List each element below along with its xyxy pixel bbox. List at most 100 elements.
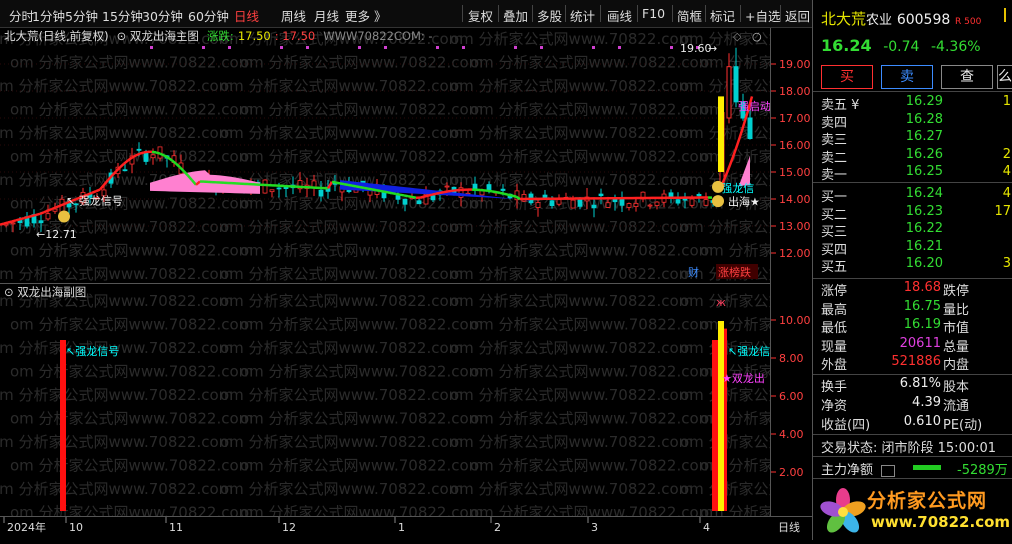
low-price-label: ←12.71 <box>36 228 77 241</box>
yellow-signal-bar <box>718 96 724 172</box>
main-flow-value: -5289万 <box>957 459 1008 478</box>
sub-chart-panel[interactable]: om 分析家公式网www.70822.comom 分析家公式网www.70822… <box>0 283 770 517</box>
sub-signal-label: ↖强龙信号 <box>66 345 119 358</box>
price-tick-label: 15.00 <box>779 166 811 179</box>
watermark-text: om 分析家公式网www.70822.com <box>220 480 463 498</box>
signal-dot <box>306 46 309 49</box>
watermark-text: om 分析家公式网www.70822.com <box>470 101 713 119</box>
close-icon: ○ <box>752 30 762 43</box>
toolbar-separator <box>600 5 601 22</box>
stat-value: 521886 <box>861 354 941 369</box>
brand-name: 分析家公式网 <box>867 486 987 513</box>
order-price: 16.20 <box>883 256 943 271</box>
stat-label-2: 总量 <box>943 336 969 355</box>
sell-button[interactable]: 卖 <box>881 65 933 89</box>
tool-button-2[interactable]: 多股 <box>537 6 562 25</box>
watermark-text: om 分析家公式网www.70822.com <box>10 410 253 428</box>
stat-label: 涨停 <box>821 280 847 299</box>
price-tick-label: 13.00 <box>779 220 811 233</box>
toolbar-separator <box>462 5 463 22</box>
watermark-text: om 分析家公式网www.70822.com <box>10 316 253 334</box>
sub-tick-label: 4.00 <box>779 428 804 441</box>
signal-bar-2 <box>712 340 718 511</box>
watermark-text: om 分析家公式网www.70822.com <box>450 30 693 48</box>
main-flow-label: 主力净额 <box>821 463 873 478</box>
watermark-text: om 分析家公式网www.70822.com <box>450 124 693 142</box>
period-tab-7[interactable]: 周线 <box>281 6 306 25</box>
stat-label: 外盘 <box>821 354 847 373</box>
buy-button[interactable]: 买 <box>821 65 873 89</box>
sub-dragon-label: ↖强龙信 <box>728 345 770 358</box>
candle-body <box>748 118 752 139</box>
watermark-text: om 分析家公式网www.70822.com <box>10 195 253 213</box>
period-tab-3[interactable]: 15分钟 <box>102 6 143 25</box>
signal-dot <box>670 46 673 49</box>
tool-button-0[interactable]: 复权 <box>468 6 493 25</box>
watermark-text: om 分析家公式网www.70822.com <box>700 457 770 475</box>
period-tab-8[interactable]: 月线 <box>314 6 339 25</box>
tool-button-3[interactable]: 统计 <box>570 6 595 25</box>
period-tab-9[interactable]: 更多 》 <box>345 6 386 25</box>
candle-body <box>734 67 738 102</box>
order-price: 16.22 <box>883 221 943 236</box>
watermark-text: om 分析家公式网www.70822.com <box>680 218 770 236</box>
sub-chart-svg[interactable]: om 分析家公式网www.70822.comom 分析家公式网www.70822… <box>0 284 770 517</box>
order-level-label: 卖二 <box>821 147 847 166</box>
tool-button-6[interactable]: 简框 <box>677 6 702 25</box>
period-tab-5[interactable]: 60分钟 <box>188 6 229 25</box>
tool-button-7[interactable]: 标记 <box>710 6 735 25</box>
watermark-text: om 分析家公式网www.70822.com <box>0 124 233 142</box>
period-tab-6[interactable]: 日线 <box>234 6 259 25</box>
fund-value: 4.39 <box>871 395 941 410</box>
stat-label: 最低 <box>821 317 847 336</box>
watermark-text: om 分析家公式网www.70822.com <box>10 54 253 72</box>
date-tick-label: 10 <box>69 521 83 534</box>
watermark-text: om 分析家公式网www.70822.com <box>470 410 713 428</box>
period-tab-4[interactable]: 30分钟 <box>142 6 183 25</box>
period-tab-1[interactable]: 1分钟 <box>32 6 65 25</box>
watermark-text: om 分析家公式网www.70822.com <box>450 171 693 189</box>
toolbar-separator <box>705 5 706 22</box>
watermark-text: om 分析家公式网www.70822.com <box>10 363 253 381</box>
watermark-text: om 分析家公式网www.70822.com <box>700 316 770 334</box>
tool-button-1[interactable]: 叠加 <box>503 6 528 25</box>
watermark-text: om 分析家公式网www.70822.com <box>240 148 483 166</box>
price-axis: 19.0018.0017.0016.0015.0014.0013.0012.00… <box>770 28 813 516</box>
settings-icon[interactable] <box>999 8 1011 22</box>
flow-bar <box>913 465 941 470</box>
trade-status: 交易状态: 闭市阶段 15:00:01 <box>821 437 996 455</box>
date-tick-label: 11 <box>169 521 183 534</box>
toolbar-separator <box>672 5 673 22</box>
tool-button-5[interactable]: F10 <box>642 6 665 21</box>
stat-value: 16.19 <box>861 317 941 332</box>
money-bag-icon <box>58 211 70 223</box>
period-tab-2[interactable]: 5分钟 <box>65 6 98 25</box>
watermark-text: om 分析家公式网www.70822.com <box>450 77 693 95</box>
watermark-text: om 分析家公式网www.70822.com <box>700 410 770 428</box>
toolbar: 分时1分钟5分钟15分钟30分钟 60分钟日线 周线月线更多 》 复权叠加多股统计画线… <box>0 0 812 28</box>
tool-button-4[interactable]: 画线 <box>607 6 632 25</box>
toolbar-separator <box>780 5 781 22</box>
watermark-text: om 分析家公式网www.70822.com <box>0 433 233 451</box>
main-chart-panel[interactable]: om 分析家公式网www.70822.com om 分析家公式网www.70822… <box>0 28 770 282</box>
main-chart-svg[interactable]: om 分析家公式网www.70822.com om 分析家公式网www.70822… <box>0 28 770 282</box>
tool-button-9[interactable]: 返回 <box>785 6 810 25</box>
order-price: 16.21 <box>883 239 943 254</box>
watermark-text: om 分析家公式网www.70822.com <box>240 504 483 518</box>
watermark-text: om 分析家公式网www.70822.com <box>10 504 253 518</box>
signal-dot <box>618 46 621 49</box>
order-volume: 17 <box>971 204 1011 219</box>
period-tab-0[interactable]: 分时 <box>9 6 34 25</box>
price-change-pct: -4.36% <box>931 39 981 55</box>
price-tick-label: 16.00 <box>779 139 811 152</box>
more-button[interactable]: 么 <box>997 65 1012 89</box>
query-button[interactable]: 查 <box>941 65 993 89</box>
chart-header: 北大荒(日线,前复权)⊙ 双龙出海主图涨跌:17.50: 17.50WWW708… <box>4 29 433 43</box>
watermark-text: om 分析家公式网www.70822.com <box>0 386 233 404</box>
index-badge: R 500 <box>955 17 981 27</box>
watermark-text: om 分析家公式网www.70822.com <box>470 54 713 72</box>
sub-tick-label: 10.00 <box>779 314 811 327</box>
watermark-text: om 分析家公式网www.70822.com <box>240 363 483 381</box>
quote-stats: 涨停18.68跌停最高16.75量比最低16.19市值现量20611总量外盘52… <box>813 278 1012 374</box>
tool-button-8[interactable]: +自选 <box>745 6 780 25</box>
